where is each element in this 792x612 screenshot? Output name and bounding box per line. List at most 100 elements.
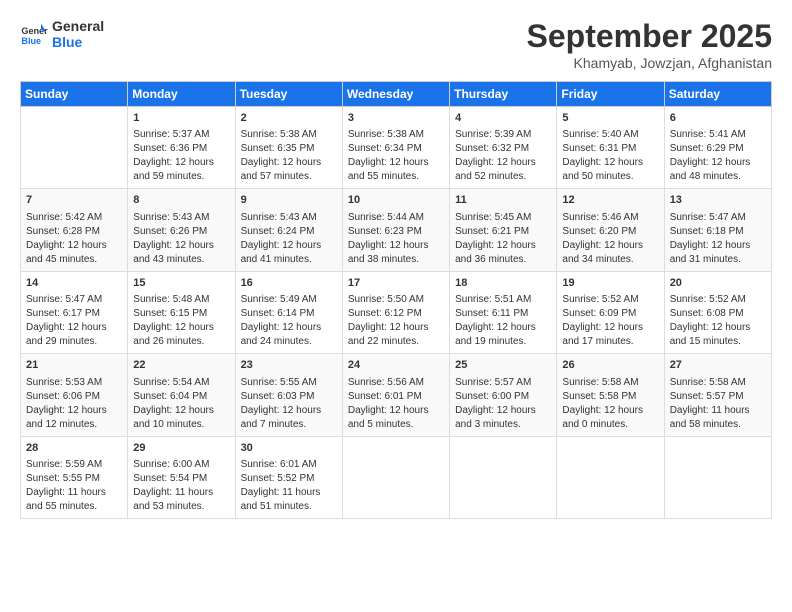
day-info: Daylight: 12 hours xyxy=(348,239,444,253)
day-info: Sunset: 6:20 PM xyxy=(562,225,658,239)
day-info: Sunrise: 5:49 AM xyxy=(241,293,337,307)
day-info: and 55 minutes. xyxy=(26,500,122,514)
day-info: Sunrise: 5:58 AM xyxy=(562,376,658,390)
day-cell: 28Sunrise: 5:59 AMSunset: 5:55 PMDayligh… xyxy=(21,436,128,518)
day-info: Sunset: 6:23 PM xyxy=(348,225,444,239)
day-info: Sunset: 6:04 PM xyxy=(133,390,229,404)
day-cell: 27Sunrise: 5:58 AMSunset: 5:57 PMDayligh… xyxy=(664,354,771,436)
day-info: Sunrise: 5:37 AM xyxy=(133,128,229,142)
day-cell: 19Sunrise: 5:52 AMSunset: 6:09 PMDayligh… xyxy=(557,271,664,353)
day-info: Sunrise: 6:00 AM xyxy=(133,458,229,472)
day-cell: 1Sunrise: 5:37 AMSunset: 6:36 PMDaylight… xyxy=(128,107,235,189)
day-info: Sunrise: 5:38 AM xyxy=(241,128,337,142)
day-number: 21 xyxy=(26,358,122,373)
month-title: September 2025 xyxy=(527,18,772,55)
day-info: Sunrise: 5:51 AM xyxy=(455,293,551,307)
day-info: Daylight: 12 hours xyxy=(455,321,551,335)
day-info: and 19 minutes. xyxy=(455,335,551,349)
day-info: Daylight: 12 hours xyxy=(26,404,122,418)
day-info: Sunrise: 5:38 AM xyxy=(348,128,444,142)
week-row-2: 14Sunrise: 5:47 AMSunset: 6:17 PMDayligh… xyxy=(21,271,772,353)
logo-blue: Blue xyxy=(52,34,104,50)
day-info: Sunrise: 5:40 AM xyxy=(562,128,658,142)
day-cell xyxy=(342,436,449,518)
day-info: Sunset: 6:35 PM xyxy=(241,142,337,156)
day-info: and 57 minutes. xyxy=(241,170,337,184)
day-info: and 17 minutes. xyxy=(562,335,658,349)
day-info: Daylight: 11 hours xyxy=(241,486,337,500)
day-info: Daylight: 12 hours xyxy=(241,156,337,170)
week-row-0: 1Sunrise: 5:37 AMSunset: 6:36 PMDaylight… xyxy=(21,107,772,189)
day-info: Sunset: 6:28 PM xyxy=(26,225,122,239)
day-info: Daylight: 12 hours xyxy=(670,239,766,253)
day-cell: 13Sunrise: 5:47 AMSunset: 6:18 PMDayligh… xyxy=(664,189,771,271)
day-cell: 4Sunrise: 5:39 AMSunset: 6:32 PMDaylight… xyxy=(450,107,557,189)
col-header-wednesday: Wednesday xyxy=(342,82,449,107)
day-info: Sunset: 6:31 PM xyxy=(562,142,658,156)
day-cell: 17Sunrise: 5:50 AMSunset: 6:12 PMDayligh… xyxy=(342,271,449,353)
day-info: and 59 minutes. xyxy=(133,170,229,184)
day-cell: 21Sunrise: 5:53 AMSunset: 6:06 PMDayligh… xyxy=(21,354,128,436)
day-info: and 22 minutes. xyxy=(348,335,444,349)
day-info: Sunset: 6:26 PM xyxy=(133,225,229,239)
day-info: Sunset: 5:52 PM xyxy=(241,472,337,486)
day-number: 2 xyxy=(241,111,337,126)
day-info: Sunrise: 5:45 AM xyxy=(455,211,551,225)
day-info: and 43 minutes. xyxy=(133,253,229,267)
day-cell: 22Sunrise: 5:54 AMSunset: 6:04 PMDayligh… xyxy=(128,354,235,436)
day-number: 23 xyxy=(241,358,337,373)
calendar-table: SundayMondayTuesdayWednesdayThursdayFrid… xyxy=(20,81,772,519)
day-info: and 36 minutes. xyxy=(455,253,551,267)
day-cell: 3Sunrise: 5:38 AMSunset: 6:34 PMDaylight… xyxy=(342,107,449,189)
day-info: Sunrise: 5:53 AM xyxy=(26,376,122,390)
day-info: Sunset: 6:32 PM xyxy=(455,142,551,156)
day-number: 25 xyxy=(455,358,551,373)
day-info: Daylight: 12 hours xyxy=(241,321,337,335)
col-header-monday: Monday xyxy=(128,82,235,107)
day-info: and 45 minutes. xyxy=(26,253,122,267)
day-info: and 48 minutes. xyxy=(670,170,766,184)
day-info: Daylight: 12 hours xyxy=(348,156,444,170)
day-number: 9 xyxy=(241,193,337,208)
day-info: and 58 minutes. xyxy=(670,418,766,432)
day-info: Daylight: 12 hours xyxy=(241,239,337,253)
day-cell: 24Sunrise: 5:56 AMSunset: 6:01 PMDayligh… xyxy=(342,354,449,436)
day-cell: 30Sunrise: 6:01 AMSunset: 5:52 PMDayligh… xyxy=(235,436,342,518)
day-info: Sunrise: 5:46 AM xyxy=(562,211,658,225)
day-info: and 38 minutes. xyxy=(348,253,444,267)
day-cell: 11Sunrise: 5:45 AMSunset: 6:21 PMDayligh… xyxy=(450,189,557,271)
day-info: Sunrise: 5:48 AM xyxy=(133,293,229,307)
day-info: Daylight: 12 hours xyxy=(562,239,658,253)
day-info: Sunrise: 5:56 AM xyxy=(348,376,444,390)
day-info: Sunrise: 5:47 AM xyxy=(670,211,766,225)
day-info: and 0 minutes. xyxy=(562,418,658,432)
day-cell xyxy=(557,436,664,518)
day-info: Sunset: 5:58 PM xyxy=(562,390,658,404)
day-cell xyxy=(450,436,557,518)
col-header-sunday: Sunday xyxy=(21,82,128,107)
day-cell: 6Sunrise: 5:41 AMSunset: 6:29 PMDaylight… xyxy=(664,107,771,189)
day-info: Sunrise: 5:47 AM xyxy=(26,293,122,307)
day-info: Sunrise: 5:43 AM xyxy=(241,211,337,225)
day-info: Daylight: 11 hours xyxy=(133,486,229,500)
day-info: Sunrise: 5:57 AM xyxy=(455,376,551,390)
day-cell: 10Sunrise: 5:44 AMSunset: 6:23 PMDayligh… xyxy=(342,189,449,271)
header: General Blue General Blue September 2025… xyxy=(20,18,772,71)
day-cell: 25Sunrise: 5:57 AMSunset: 6:00 PMDayligh… xyxy=(450,354,557,436)
day-info: Sunrise: 5:59 AM xyxy=(26,458,122,472)
day-info: Daylight: 12 hours xyxy=(133,156,229,170)
day-info: Sunset: 6:17 PM xyxy=(26,307,122,321)
day-number: 26 xyxy=(562,358,658,373)
day-info: Sunrise: 5:44 AM xyxy=(348,211,444,225)
day-info: Sunset: 6:15 PM xyxy=(133,307,229,321)
day-cell: 29Sunrise: 6:00 AMSunset: 5:54 PMDayligh… xyxy=(128,436,235,518)
day-cell: 5Sunrise: 5:40 AMSunset: 6:31 PMDaylight… xyxy=(557,107,664,189)
day-info: Sunset: 5:54 PM xyxy=(133,472,229,486)
week-row-4: 28Sunrise: 5:59 AMSunset: 5:55 PMDayligh… xyxy=(21,436,772,518)
day-number: 24 xyxy=(348,358,444,373)
day-info: Sunrise: 5:39 AM xyxy=(455,128,551,142)
day-info: Daylight: 12 hours xyxy=(26,321,122,335)
day-number: 5 xyxy=(562,111,658,126)
day-cell: 12Sunrise: 5:46 AMSunset: 6:20 PMDayligh… xyxy=(557,189,664,271)
day-number: 8 xyxy=(133,193,229,208)
